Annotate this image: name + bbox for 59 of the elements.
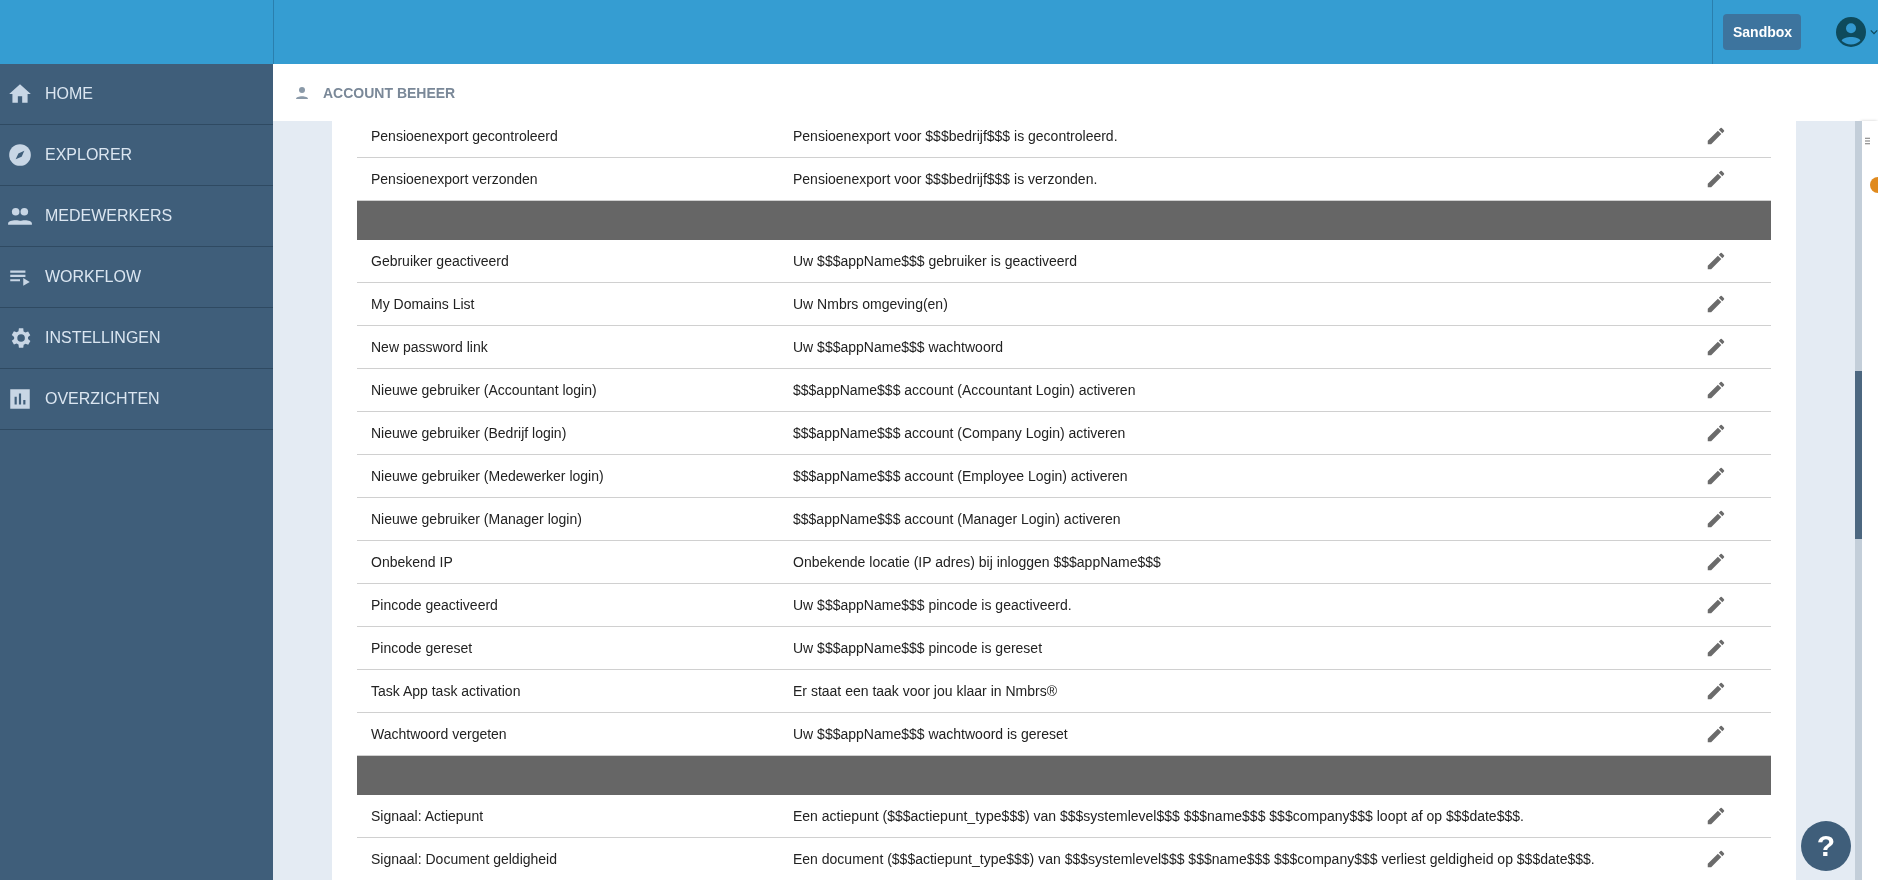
table-cell-text: Pensioenexport voor $$$bedrijf$$$ is verzonden.: [793, 171, 1099, 187]
menu-icon[interactable]: [1865, 135, 1870, 147]
table-cell-text: Nieuwe gebruiker (Medewerker login): [370, 468, 605, 484]
pencil-icon[interactable]: [1705, 125, 1727, 147]
table-cell-text: Een actiepunt ($$$actiepunt_type$$$) van $$$systemlevel$$$ $$$name$$$ $$$company$$$ loopt af op $$$date$$$.: [793, 808, 1525, 824]
pencil-icon[interactable]: [1705, 379, 1727, 401]
table-cell-text: Pensioenexport voor $$$bedrijf$$$ is gecontroleerd.: [793, 128, 1119, 144]
table-cell-text: Nieuwe gebruiker (Accountant login): [370, 382, 598, 398]
pencil-icon[interactable]: [1705, 805, 1727, 827]
table-cell-text: Pensioenexport verzonden: [370, 171, 539, 187]
table-cell-text: Signaal: Actiepunt: [370, 808, 485, 824]
table-cell-text: Task App task activation: [370, 683, 522, 699]
sandbox-button[interactable]: Sandbox: [1723, 14, 1801, 50]
sidebar-item[interactable]: OVERZICHTEN: [0, 369, 273, 430]
table-cell-text: $$$appName$$$ account (Manager Login) activeren: [793, 511, 1122, 527]
table-cell-text: Uw $$$appName$$$ gebruiker is geactiveerd: [793, 253, 1079, 269]
pencil-icon[interactable]: [1705, 250, 1727, 272]
table-cell-text: Uw $$$appName$$$ pincode is geactiveerd.: [793, 597, 1073, 613]
chevron-down-icon[interactable]: [1870, 27, 1878, 37]
table-cell-text: $$$appName$$$ account (Accountant Login) activeren: [793, 382, 1137, 398]
table-cell-text: Wachtwoord vergeten: [370, 726, 508, 742]
pencil-icon[interactable]: [1705, 168, 1727, 190]
pencil-icon[interactable]: [1705, 422, 1727, 444]
pencil-icon[interactable]: [1705, 551, 1727, 573]
pencil-icon[interactable]: [1705, 680, 1727, 702]
pencil-icon[interactable]: [1705, 293, 1727, 315]
compass-icon: [7, 142, 33, 168]
table-cell-text: My Domains List: [370, 296, 476, 312]
table-cell-text: Gebruiker geactiveerd: [370, 253, 510, 269]
pencil-icon[interactable]: [1705, 465, 1727, 487]
table-cell-text: New password link: [370, 339, 489, 355]
table-cell-text: Nieuwe gebruiker (Manager login): [370, 511, 583, 527]
table-cell-text: $$$appName$$$ account (Company Login) activeren: [793, 425, 1127, 441]
scrollbar[interactable]: [1855, 121, 1862, 880]
table-cell-text: Pincode geactiveerd: [370, 597, 499, 613]
table-cell-text: Nieuwe gebruiker (Bedrijf login): [370, 425, 568, 441]
table-cell-text: Signaal: Document geldigheid: [370, 851, 558, 867]
pencil-icon[interactable]: [1705, 723, 1727, 745]
help-button[interactable]: ?: [1801, 821, 1851, 871]
table-cell-text: Uw $$$appName$$$ wachtwoord is gereset: [793, 726, 1069, 742]
table-cell-text: Er staat een taak voor jou klaar in Nmbrs®: [793, 683, 1058, 699]
page-title: ACCOUNT BEHEER: [323, 84, 456, 101]
table-cell-text: Pensioenexport gecontroleerd: [370, 128, 559, 144]
table-cell-text: Onbekend IP: [370, 554, 454, 570]
table-cell-text: Uw $$$appName$$$ wachtwoord: [793, 339, 1005, 355]
pencil-icon[interactable]: [1705, 508, 1727, 530]
table-cell-text: Pincode gereset: [370, 640, 474, 656]
pencil-icon[interactable]: [1705, 594, 1727, 616]
table-cell-text: $$$appName$$$ account (Employee Login) activeren: [793, 468, 1129, 484]
table-cell-text: Uw Nmbrs omgeving(en): [793, 296, 949, 312]
pencil-icon[interactable]: [1705, 848, 1727, 870]
table-cell-text: Een document ($$$actiepunt_type$$$) van $$$systemlevel$$$ $$$name$$$ $$$company$$$ verliest geldigheid op $$$date$$$.: [793, 851, 1596, 867]
pencil-icon[interactable]: [1705, 336, 1727, 358]
sidebar-item[interactable]: EXPLORER: [0, 125, 273, 186]
bar-chart-icon: [7, 386, 33, 412]
pencil-icon[interactable]: [1705, 637, 1727, 659]
user-avatar-icon[interactable]: [1836, 17, 1866, 47]
table-cell-text: Uw $$$appName$$$ pincode is gereset: [793, 640, 1044, 656]
table-cell-text: Onbekende locatie (IP adres) bij inloggen $$$appName$$$: [793, 554, 1162, 570]
